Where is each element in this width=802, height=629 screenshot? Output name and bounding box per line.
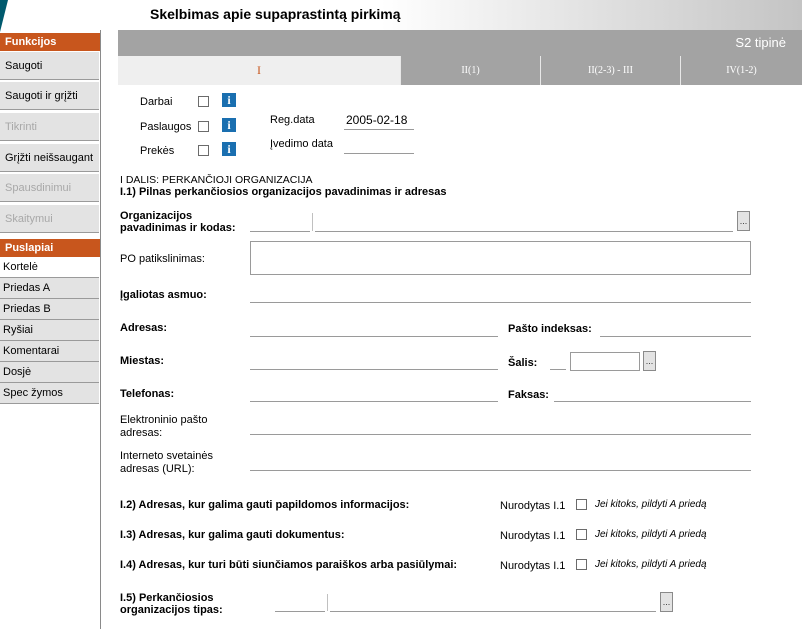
section-1-4-checkbox[interactable]	[576, 559, 587, 570]
org-type-code-field[interactable]	[275, 611, 325, 612]
org-field-divider	[312, 213, 313, 231]
org-lookup-button[interactable]: ...	[737, 211, 750, 231]
goods-label: Prekės	[140, 145, 175, 157]
website-label-line2: adresas (URL):	[120, 463, 195, 475]
services-info-icon[interactable]: i	[222, 118, 236, 132]
fax-field[interactable]	[554, 401, 751, 402]
authorized-person-label: Įgaliotas asmuo:	[120, 289, 207, 301]
check-button[interactable]: Tikrinti	[0, 112, 99, 141]
section-1-5-title-line1: I.5) Perkančiosios	[120, 592, 214, 604]
form-type-label: S2 tipinė	[735, 35, 786, 50]
works-label: Darbai	[140, 96, 173, 108]
page-item-dossier[interactable]: Dosjė	[0, 362, 99, 383]
services-label: Paslaugos	[140, 121, 192, 133]
country-label: Šalis:	[508, 357, 538, 369]
page-item-annex-a[interactable]: Priedas A	[0, 278, 99, 299]
country-name-field[interactable]	[570, 352, 640, 371]
website-label-line1: Interneto svetainės	[120, 450, 213, 462]
po-label: PO patikslinimas:	[120, 253, 205, 265]
form-type-band	[118, 30, 802, 56]
goods-info-icon[interactable]: i	[222, 142, 236, 156]
section-1-4-title: I.4) Adresas, kur turi būti siunčiamos p…	[120, 559, 458, 571]
authorized-person-field[interactable]	[250, 302, 751, 303]
org-label-line1: Organizacijos	[120, 210, 193, 222]
section-1-5-title-line2: organizacijos tipas:	[120, 604, 223, 616]
reg-date-label: Reg.data	[270, 114, 315, 126]
page-title: Skelbimas apie supaprastintą pirkimą	[150, 6, 401, 22]
org-type-divider	[327, 594, 328, 611]
functions-header: Funkcijos	[0, 33, 100, 51]
city-label: Miestas:	[120, 355, 165, 367]
entry-date-label: Įvedimo data	[270, 138, 333, 150]
website-field[interactable]	[250, 470, 751, 471]
postal-code-label: Pašto indeksas:	[508, 323, 592, 335]
read-only-button[interactable]: Skaitymui	[0, 204, 99, 233]
entry-date-field[interactable]	[344, 153, 414, 154]
email-label-line2: adresas:	[120, 427, 163, 439]
tab-part-1[interactable]: I	[118, 56, 400, 85]
print-button[interactable]: Spausdinimui	[0, 173, 99, 202]
address-label: Adresas:	[120, 322, 168, 334]
tab-part-2-1[interactable]: II(1)	[400, 56, 540, 85]
section-1-2-title: I.2) Adresas, kur galima gauti papildomo…	[120, 499, 410, 511]
org-type-name-field[interactable]	[330, 611, 656, 612]
email-label-line1: Elektroninio pašto	[120, 414, 208, 426]
email-field[interactable]	[250, 434, 751, 435]
reg-date-value: 2005-02-18	[346, 113, 408, 127]
section-1-3-title: I.3) Adresas, kur galima gauti dokumentu…	[120, 529, 345, 541]
phone-field[interactable]	[250, 401, 498, 402]
section-1-3-specified-label: Nurodytas I.1	[500, 530, 566, 542]
page-item-annex-b[interactable]: Priedas B	[0, 299, 99, 320]
page-item-card[interactable]: Kortelė	[0, 257, 99, 278]
goods-checkbox[interactable]	[198, 145, 209, 156]
page-item-comments[interactable]: Komentarai	[0, 341, 99, 362]
phone-label: Telefonas:	[120, 388, 175, 400]
sidebar-top	[0, 0, 100, 32]
org-label-line2: pavadinimas ir kodas:	[120, 222, 236, 234]
save-button[interactable]: Saugoti	[0, 51, 99, 80]
section-1-4-specified-label: Nurodytas I.1	[500, 560, 566, 572]
tab-part-2-3[interactable]: II(2-3) - III	[540, 56, 680, 85]
page-item-special-marks[interactable]: Spec žymos	[0, 383, 99, 404]
address-field[interactable]	[250, 336, 498, 337]
fax-label: Faksas:	[508, 389, 549, 401]
po-textarea[interactable]	[250, 241, 751, 275]
return-without-saving-button[interactable]: Grįžti neišsaugant	[0, 143, 99, 172]
save-and-return-button[interactable]: Saugoti ir grįžti	[0, 81, 99, 110]
country-lookup-button[interactable]: ...	[643, 351, 656, 371]
section-1-2-checkbox[interactable]	[576, 499, 587, 510]
section-1-3-hint: Jei kitoks, pildyti A priedą	[595, 529, 707, 540]
org-name-field[interactable]	[315, 231, 733, 232]
org-code-field[interactable]	[250, 231, 310, 232]
sidebar-top-accent	[0, 0, 8, 32]
tab-part-4[interactable]: IV(1-2)	[680, 56, 802, 85]
section-1-1-title: I.1) Pilnas perkančiosios organizacijos …	[120, 186, 447, 198]
pages-header: Puslapiai	[0, 239, 100, 257]
org-type-lookup-button[interactable]: ...	[660, 592, 673, 612]
works-checkbox[interactable]	[198, 96, 209, 107]
reg-date-underline	[344, 129, 414, 130]
section-1-4-hint: Jei kitoks, pildyti A priedą	[595, 559, 707, 570]
page-item-links[interactable]: Ryšiai	[0, 320, 99, 341]
services-checkbox[interactable]	[198, 121, 209, 132]
section-title: I DALIS: PERKANČIOJI ORGANIZACIJA	[120, 174, 313, 186]
postal-code-field[interactable]	[600, 336, 751, 337]
section-1-2-specified-label: Nurodytas I.1	[500, 500, 566, 512]
section-1-3-checkbox[interactable]	[576, 529, 587, 540]
country-code-field[interactable]	[550, 369, 566, 370]
section-1-2-hint: Jei kitoks, pildyti A priedą	[595, 499, 707, 510]
works-info-icon[interactable]: i	[222, 93, 236, 107]
city-field[interactable]	[250, 369, 498, 370]
